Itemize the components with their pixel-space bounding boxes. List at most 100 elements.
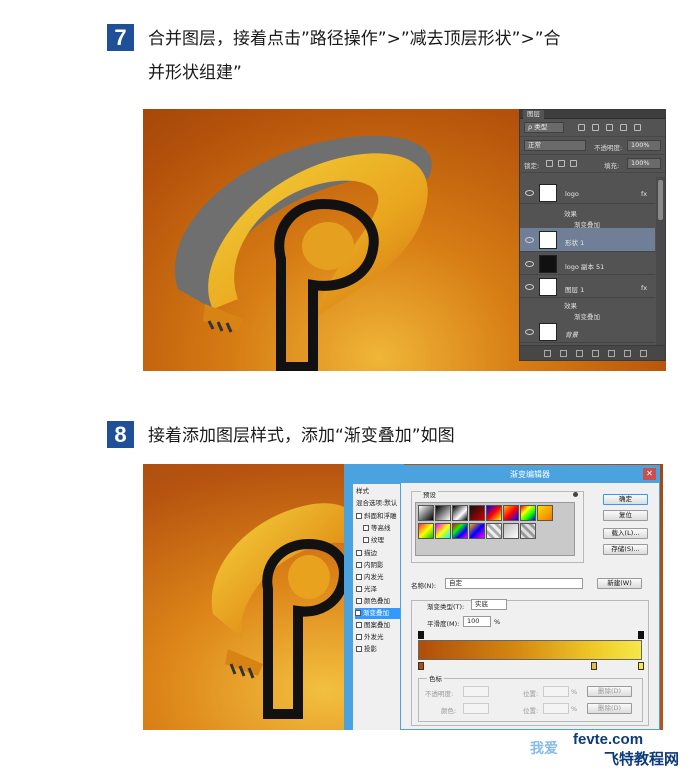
checkbox[interactable] — [356, 598, 362, 604]
smart-filter-icon[interactable] — [634, 124, 641, 131]
preset-swatch[interactable] — [503, 505, 519, 521]
lock-all-icon[interactable] — [570, 160, 577, 167]
preset-swatch[interactable] — [452, 505, 468, 521]
stop-location-input[interactable] — [543, 686, 569, 697]
opacity-stop-left[interactable] — [418, 631, 424, 639]
layer-row-background[interactable]: 背景 — [520, 321, 655, 343]
preset-swatch[interactable] — [469, 523, 485, 539]
pixel-filter-icon[interactable] — [578, 124, 585, 131]
lock-pixels-icon[interactable] — [546, 160, 553, 167]
preset-swatch[interactable] — [469, 505, 485, 521]
preset-swatch[interactable] — [503, 523, 519, 539]
layer-row-layer-1[interactable]: 图层 1 fx — [520, 276, 655, 298]
layer-thumbnail — [539, 323, 557, 341]
checkbox[interactable] — [363, 537, 369, 543]
new-layer-icon[interactable] — [624, 350, 631, 357]
stop-location-label: 位置: — [523, 690, 539, 698]
adjustment-filter-icon[interactable] — [592, 124, 599, 131]
trash-icon[interactable] — [640, 350, 647, 357]
new-button[interactable]: 新建(W) — [597, 578, 642, 589]
checkbox[interactable] — [356, 622, 362, 628]
preset-swatch[interactable] — [435, 523, 451, 539]
ok-button[interactable]: 确定 — [603, 494, 648, 505]
visibility-eye-icon[interactable] — [525, 261, 534, 267]
style-bevel-emboss[interactable]: 斜面和浮雕 — [356, 511, 397, 522]
style-blending-options[interactable]: 混合选项:默认 — [356, 498, 397, 509]
visibility-eye-icon[interactable] — [525, 329, 534, 335]
preset-swatch[interactable] — [537, 505, 553, 521]
style-outer-glow[interactable]: 外发光 — [356, 632, 384, 643]
color-stop-start[interactable] — [418, 662, 424, 670]
stop-color-swatch[interactable] — [463, 703, 489, 714]
load-button[interactable]: 载入(L)... — [603, 528, 648, 539]
checkbox[interactable] — [356, 574, 362, 580]
checkbox[interactable] — [356, 586, 362, 592]
style-texture[interactable]: 纹理 — [363, 535, 384, 546]
lock-position-icon[interactable] — [558, 160, 565, 167]
add-style-icon[interactable] — [560, 350, 567, 357]
preset-swatch[interactable] — [418, 523, 434, 539]
name-input[interactable]: 自定 — [445, 578, 583, 589]
gradient-overlay-effect[interactable]: 渐变叠加 — [574, 311, 600, 321]
layer-kind-filter[interactable]: ρ 类型 — [524, 122, 564, 133]
style-pattern-overlay[interactable]: 图案叠加 — [356, 620, 390, 631]
style-gradient-overlay[interactable]: 渐变叠加 — [355, 608, 403, 619]
preset-swatch[interactable] — [486, 523, 502, 539]
add-mask-icon[interactable] — [576, 350, 583, 357]
delete-color-stop-button[interactable]: 删除(D) — [587, 703, 632, 714]
fill-input[interactable]: 100% — [627, 158, 661, 169]
stop-opacity-input[interactable] — [463, 686, 489, 697]
preset-swatch[interactable] — [486, 505, 502, 521]
adjustment-layer-icon[interactable] — [592, 350, 599, 357]
close-icon[interactable]: ✕ — [643, 468, 656, 480]
stop-color-location-input[interactable] — [543, 703, 569, 714]
style-contour[interactable]: 等高线 — [363, 523, 391, 534]
visibility-eye-icon[interactable] — [525, 284, 534, 290]
layers-scrollbar-thumb[interactable] — [658, 180, 663, 220]
preset-swatch[interactable] — [435, 505, 451, 521]
checkbox[interactable] — [363, 525, 369, 531]
tab-layers[interactable]: 图层 — [523, 110, 544, 119]
save-button[interactable]: 存储(S)... — [603, 544, 648, 555]
preset-swatch[interactable] — [418, 505, 434, 521]
visibility-eye-icon[interactable] — [525, 237, 534, 243]
layer-row-logo-copy[interactable]: logo 副本 51 — [520, 253, 655, 275]
reset-button[interactable]: 复位 — [603, 510, 648, 521]
delete-opacity-stop-button[interactable]: 删除(D) — [587, 686, 632, 697]
checkbox-checked[interactable] — [355, 610, 361, 616]
smoothness-input[interactable]: 100 — [463, 616, 491, 627]
opacity-stop-right[interactable] — [638, 631, 644, 639]
color-stop-end[interactable] — [638, 662, 644, 670]
checkbox[interactable] — [356, 513, 362, 519]
style-inner-glow[interactable]: 内发光 — [356, 572, 384, 583]
checkbox[interactable] — [356, 634, 362, 640]
preset-swatch[interactable] — [452, 523, 468, 539]
style-drop-shadow[interactable]: 投影 — [356, 644, 377, 655]
opacity-input[interactable]: 100% — [627, 140, 661, 151]
checkbox[interactable] — [356, 562, 362, 568]
style-color-overlay[interactable]: 颜色叠加 — [356, 596, 390, 607]
preset-swatch[interactable] — [520, 505, 536, 521]
new-group-icon[interactable] — [608, 350, 615, 357]
style-label: 外发光 — [364, 633, 384, 641]
link-layers-icon[interactable] — [544, 350, 551, 357]
gradient-preview-bar[interactable] — [418, 640, 642, 660]
fx-icon[interactable]: fx — [641, 284, 647, 292]
stop-opacity-label: 不透明度: — [425, 690, 454, 698]
style-inner-shadow[interactable]: 内阴影 — [356, 560, 384, 571]
presets-menu-icon[interactable] — [573, 492, 578, 497]
fx-icon[interactable]: fx — [641, 190, 647, 198]
preset-swatch[interactable] — [520, 523, 536, 539]
checkbox[interactable] — [356, 550, 362, 556]
type-filter-icon[interactable] — [606, 124, 613, 131]
style-satin[interactable]: 光泽 — [356, 584, 377, 595]
visibility-eye-icon[interactable] — [525, 190, 534, 196]
shape-filter-icon[interactable] — [620, 124, 627, 131]
blend-mode-select[interactable]: 正常 — [524, 140, 586, 151]
layer-row-shape-1[interactable]: 形状 1 — [520, 228, 655, 252]
checkbox[interactable] — [356, 646, 362, 652]
layer-row-logo[interactable]: logo fx — [520, 182, 655, 204]
gradient-type-select[interactable]: 实底 — [471, 599, 507, 610]
color-stop-mid[interactable] — [591, 662, 597, 670]
style-stroke[interactable]: 描边 — [356, 548, 377, 559]
